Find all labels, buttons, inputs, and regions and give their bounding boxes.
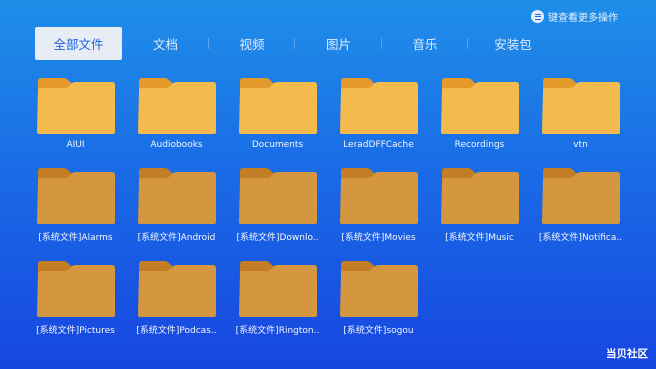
folder-item[interactable]: Audiobooks [135, 77, 218, 150]
tab-all-files[interactable]: 全部文件 [35, 27, 122, 60]
folder-item[interactable]: [系统文件]sogou [337, 260, 420, 336]
tab-label: 图片 [325, 37, 351, 52]
folder-item[interactable]: [系统文件]Notifica.. [539, 167, 622, 243]
folder-name: vtn [573, 140, 588, 150]
tab-videos[interactable]: 视频 [209, 27, 295, 60]
hint-bar: 键查看更多操作 [531, 9, 618, 24]
folder-icon [238, 260, 318, 318]
folder-name: [系统文件]Notifica.. [538, 233, 623, 243]
folder-name: AIUI [66, 140, 85, 150]
folder-name: Documents [251, 140, 304, 150]
folder-icon [137, 167, 217, 225]
folder-item[interactable]: [系统文件]Android [135, 167, 218, 243]
folder-name: [系统文件]Music [445, 233, 514, 243]
folder-icon [137, 77, 217, 135]
tab-label: 全部文件 [53, 37, 104, 52]
tab-pictures[interactable]: 图片 [295, 27, 382, 60]
folder-icon [339, 167, 419, 225]
watermark: 当贝社区 [606, 348, 648, 360]
folder-name: [系统文件]Podcas.. [136, 326, 217, 336]
folder-icon [238, 77, 318, 135]
folder-item[interactable]: [系统文件]Podcas.. [135, 260, 218, 336]
folder-item[interactable]: [系统文件]Rington.. [236, 260, 319, 336]
folder-name: Audiobooks [150, 140, 203, 150]
folder-item[interactable]: LeradDFFCache [337, 77, 420, 150]
folder-item[interactable]: [系统文件]Music [438, 167, 521, 243]
hint-text: 键查看更多操作 [548, 13, 618, 24]
folder-item[interactable]: [系统文件]Downlo.. [236, 167, 319, 243]
tab-label: 视频 [239, 37, 265, 52]
folder-icon [541, 167, 621, 225]
folder-icon [36, 260, 116, 318]
folder-item[interactable]: [系统文件]Movies [337, 167, 420, 243]
tab-label: 音乐 [412, 37, 438, 52]
tab-label: 文档 [152, 37, 178, 52]
folder-item[interactable]: [系统文件]Pictures [34, 260, 117, 336]
folder-item[interactable]: Documents [236, 77, 319, 150]
folder-item[interactable]: vtn [539, 77, 622, 150]
folder-icon [541, 77, 621, 135]
folder-name: LeradDFFCache [343, 140, 414, 150]
folder-icon [339, 77, 419, 135]
folder-icon [339, 260, 419, 318]
menu-icon [531, 10, 544, 23]
folder-icon [440, 77, 520, 135]
folder-icon [238, 167, 318, 225]
folder-icon [440, 167, 520, 225]
folder-item[interactable]: AIUI [34, 77, 117, 150]
category-tabs: 全部文件 文档 视频 图片 音乐 安装包 [35, 27, 616, 60]
tab-apk[interactable]: 安装包 [468, 27, 558, 60]
folder-icon [36, 167, 116, 225]
folder-name: [系统文件]Android [137, 233, 216, 243]
folder-name: [系统文件]Pictures [36, 326, 115, 336]
folder-name: [系统文件]Downlo.. [236, 233, 319, 243]
tab-music[interactable]: 音乐 [382, 27, 468, 60]
folder-icon [137, 260, 217, 318]
folder-name: [系统文件]sogou [343, 326, 414, 336]
folder-icon [36, 77, 116, 135]
folder-item[interactable]: Recordings [438, 77, 521, 150]
folder-item[interactable]: [系统文件]Alarms [34, 167, 117, 243]
folder-name: Recordings [454, 140, 505, 150]
folder-name: [系统文件]Alarms [38, 233, 113, 243]
folder-name: [系统文件]Movies [341, 233, 416, 243]
tab-label: 安装包 [494, 37, 532, 52]
file-grid: AIUI Audiobooks Documents LeradDFFCache Reco… [34, 77, 622, 336]
folder-name: [系统文件]Rington.. [235, 326, 320, 336]
tab-documents[interactable]: 文档 [122, 27, 209, 60]
